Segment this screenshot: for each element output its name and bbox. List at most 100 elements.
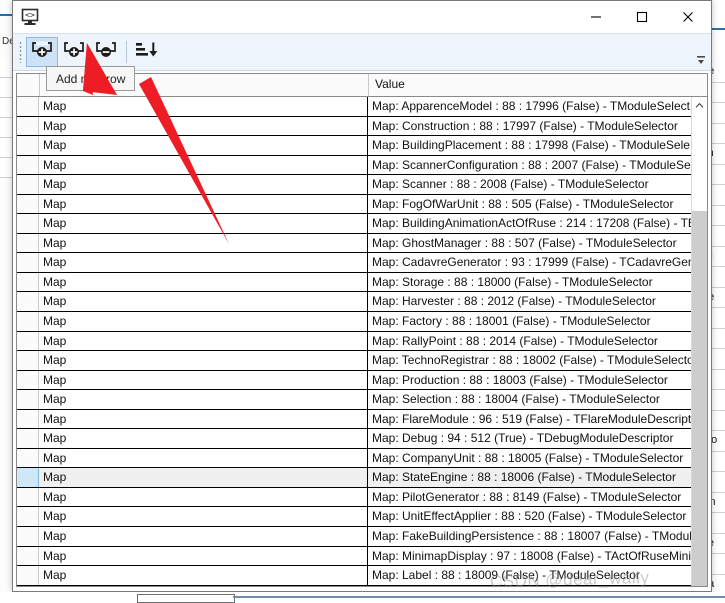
table-row[interactable]: MapMap: ApparenceModel : 88 : 17996 (Fal… <box>17 97 707 117</box>
scrollbar-thumb[interactable] <box>692 211 707 586</box>
table-row[interactable]: MapMap: RallyPoint : 88 : 2014 (False) -… <box>17 332 707 352</box>
cell-value[interactable]: Map: FlareModule : 96 : 519 (False) - TF… <box>368 410 707 429</box>
row-selector[interactable] <box>17 273 39 292</box>
column-header-value[interactable]: Value <box>369 74 707 96</box>
delete-row-button[interactable] <box>90 37 122 67</box>
row-selector[interactable] <box>17 371 39 390</box>
row-selector[interactable] <box>17 390 39 409</box>
cell-type[interactable]: Map <box>39 312 368 331</box>
title-bar[interactable]: <> <box>13 1 711 33</box>
cell-value[interactable]: Map: Debug : 94 : 512 (True) - TDebugMod… <box>368 429 707 448</box>
cell-type[interactable]: Map <box>39 351 368 370</box>
cell-value[interactable]: Map: FakeBuildingPersistence : 88 : 1800… <box>368 527 707 546</box>
cell-value[interactable]: Map: CompanyUnit : 88 : 18005 (False) - … <box>368 449 707 468</box>
row-selector[interactable] <box>17 175 39 194</box>
table-row[interactable]: MapMap: CadavreGenerator : 93 : 17999 (F… <box>17 253 707 273</box>
row-selector[interactable] <box>17 429 39 448</box>
table-row[interactable]: MapMap: Production : 88 : 18003 (False) … <box>17 371 707 391</box>
cell-type[interactable]: Map <box>39 507 368 526</box>
minimize-button[interactable] <box>573 1 619 33</box>
cell-value[interactable]: Map: UnitEffectApplier : 88 : 520 (False… <box>368 507 707 526</box>
row-selector[interactable] <box>17 449 39 468</box>
row-selector[interactable] <box>17 332 39 351</box>
close-button[interactable] <box>665 1 711 33</box>
cell-value[interactable]: Map: RallyPoint : 88 : 2014 (False) - TM… <box>368 332 707 351</box>
table-row[interactable]: MapMap: MinimapDisplay : 97 : 18008 (Fal… <box>17 547 707 567</box>
grid-select-all-header[interactable] <box>17 74 40 96</box>
table-row[interactable]: MapMap: Factory : 88 : 18001 (False) - T… <box>17 312 707 332</box>
cell-type[interactable]: Map <box>39 273 368 292</box>
cell-type[interactable]: Map <box>39 488 368 507</box>
cell-type[interactable]: Map <box>39 410 368 429</box>
cell-value[interactable]: Map: FogOfWarUnit : 88 : 505 (False) - T… <box>368 195 707 214</box>
row-selector[interactable] <box>17 507 39 526</box>
toolbar-grip[interactable] <box>17 41 24 63</box>
cell-type[interactable]: Map <box>39 371 368 390</box>
maximize-button[interactable] <box>619 1 665 33</box>
cell-type[interactable]: Map <box>39 468 368 487</box>
cell-type[interactable]: Map <box>39 547 368 566</box>
cell-type[interactable]: Map <box>39 253 368 272</box>
row-selector[interactable] <box>17 195 39 214</box>
scroll-up-icon[interactable] <box>692 97 707 113</box>
cell-value[interactable]: Map: StateEngine : 88 : 18006 (False) - … <box>368 468 707 487</box>
cell-value[interactable]: Map: CadavreGenerator : 93 : 17999 (Fals… <box>368 253 707 272</box>
row-selector[interactable] <box>17 136 39 155</box>
cell-type[interactable]: Map <box>39 390 368 409</box>
add-new-row-button[interactable] <box>26 37 58 67</box>
row-selector[interactable] <box>17 97 39 116</box>
cell-value[interactable]: Map: Selection : 88 : 18004 (False) - TM… <box>368 390 707 409</box>
row-selector[interactable] <box>17 292 39 311</box>
table-row[interactable]: MapMap: FakeBuildingPersistence : 88 : 1… <box>17 527 707 547</box>
cell-value[interactable]: Map: MinimapDisplay : 97 : 18008 (False)… <box>368 547 707 566</box>
cell-value[interactable]: Map: BuildingPlacement : 88 : 17998 (Fal… <box>368 136 707 155</box>
table-row[interactable]: MapMap: Debug : 94 : 512 (True) - TDebug… <box>17 429 707 449</box>
row-selector[interactable] <box>17 527 39 546</box>
insert-row-button[interactable] <box>58 37 90 67</box>
cell-type[interactable]: Map <box>39 97 368 116</box>
cell-type[interactable]: Map <box>39 117 368 136</box>
cell-value[interactable]: Map: ApparenceModel : 88 : 17996 (False)… <box>368 97 707 116</box>
row-selector[interactable] <box>17 214 39 233</box>
table-row[interactable]: MapMap: Storage : 88 : 18000 (False) - T… <box>17 273 707 293</box>
cell-type[interactable]: Map <box>39 175 368 194</box>
cell-value[interactable]: Map: Production : 88 : 18003 (False) - T… <box>368 371 707 390</box>
table-row[interactable]: MapMap: FogOfWarUnit : 88 : 505 (False) … <box>17 195 707 215</box>
row-selector[interactable] <box>17 312 39 331</box>
table-row[interactable]: MapMap: Construction : 88 : 17997 (False… <box>17 117 707 137</box>
table-row[interactable]: MapMap: FlareModule : 96 : 519 (False) -… <box>17 410 707 430</box>
table-row[interactable]: MapMap: ScannerConfiguration : 88 : 2007… <box>17 156 707 176</box>
table-row[interactable]: MapMap: CompanyUnit : 88 : 18005 (False)… <box>17 449 707 469</box>
table-row[interactable]: MapMap: BuildingAnimationActOfRuse : 214… <box>17 214 707 234</box>
row-selector[interactable] <box>17 468 39 487</box>
cell-type[interactable]: Map <box>39 234 368 253</box>
table-row[interactable]: MapMap: TechnoRegistrar : 88 : 18002 (Fa… <box>17 351 707 371</box>
table-row[interactable]: MapMap: Scanner : 88 : 2008 (False) - TM… <box>17 175 707 195</box>
cell-value[interactable]: Map: Harvester : 88 : 2012 (False) - TMo… <box>368 292 707 311</box>
cell-value[interactable]: Map: TechnoRegistrar : 88 : 18002 (False… <box>368 351 707 370</box>
row-selector[interactable] <box>17 410 39 429</box>
cell-value[interactable]: Map: Construction : 88 : 17997 (False) -… <box>368 117 707 136</box>
row-selector[interactable] <box>17 547 39 566</box>
cell-type[interactable]: Map <box>39 214 368 233</box>
cell-type[interactable]: Map <box>39 332 368 351</box>
table-row[interactable]: MapMap: GhostManager : 88 : 507 (False) … <box>17 234 707 254</box>
cell-type[interactable]: Map <box>39 449 368 468</box>
cell-type[interactable]: Map <box>39 566 368 585</box>
cell-value[interactable]: Map: BuildingAnimationActOfRuse : 214 : … <box>368 214 707 233</box>
cell-value[interactable]: Map: GhostManager : 88 : 507 (False) - T… <box>368 234 707 253</box>
cell-type[interactable]: Map <box>39 527 368 546</box>
table-row[interactable]: MapMap: BuildingPlacement : 88 : 17998 (… <box>17 136 707 156</box>
toolbar-overflow-icon[interactable] <box>695 53 707 67</box>
table-row[interactable]: MapMap: Harvester : 88 : 2012 (False) - … <box>17 292 707 312</box>
row-selector[interactable] <box>17 253 39 272</box>
row-selector[interactable] <box>17 156 39 175</box>
table-row[interactable]: MapMap: UnitEffectApplier : 88 : 520 (Fa… <box>17 507 707 527</box>
cell-type[interactable]: Map <box>39 156 368 175</box>
cell-value[interactable]: Map: Storage : 88 : 18000 (False) - TMod… <box>368 273 707 292</box>
cell-type[interactable]: Map <box>39 136 368 155</box>
row-selector[interactable] <box>17 117 39 136</box>
table-row[interactable]: MapMap: PilotGenerator : 88 : 8149 (Fals… <box>17 488 707 508</box>
cell-type[interactable]: Map <box>39 195 368 214</box>
table-row[interactable]: MapMap: StateEngine : 88 : 18006 (False)… <box>17 468 707 488</box>
